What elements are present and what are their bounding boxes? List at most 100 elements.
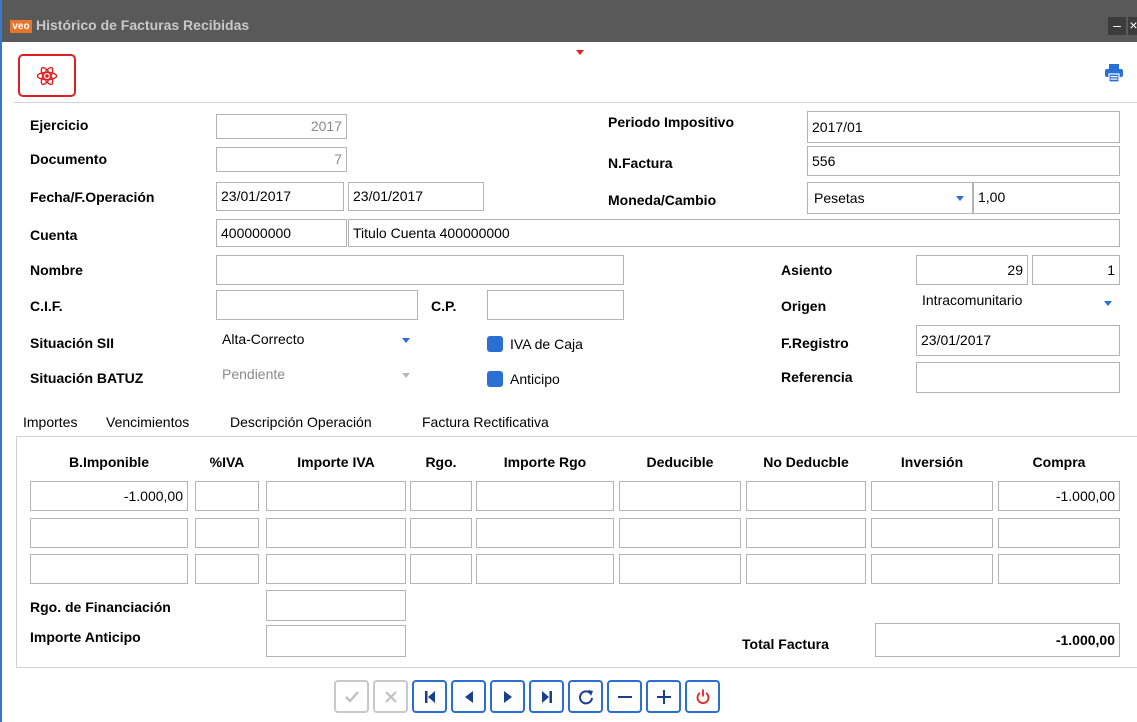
table-cell[interactable] bbox=[476, 518, 614, 548]
header-importe-rgo: Importe Rgo bbox=[503, 454, 587, 470]
table-cell[interactable] bbox=[30, 554, 188, 584]
chevron-down-icon bbox=[402, 373, 410, 378]
minimize-button[interactable]: – bbox=[1108, 17, 1126, 35]
referencia-label: Referencia bbox=[781, 369, 853, 385]
cp-field[interactable] bbox=[487, 290, 624, 320]
next-record-button[interactable] bbox=[490, 680, 525, 713]
table-cell[interactable] bbox=[746, 518, 866, 548]
table-cell[interactable] bbox=[266, 554, 406, 584]
confirm-button[interactable] bbox=[334, 680, 369, 713]
delete-record-icon bbox=[617, 695, 632, 698]
anticipo-label: Anticipo bbox=[510, 371, 560, 387]
table-cell[interactable] bbox=[619, 518, 741, 548]
cambio-field[interactable]: 1,00 bbox=[973, 182, 1120, 214]
tab-vencimientos[interactable]: Vencimientos bbox=[106, 414, 189, 430]
table-cell[interactable] bbox=[476, 481, 614, 511]
anticipo-checkbox[interactable] bbox=[487, 371, 503, 387]
first-record-icon bbox=[424, 690, 435, 703]
asiento-label: Asiento bbox=[781, 262, 833, 278]
table-cell[interactable] bbox=[195, 481, 259, 511]
table-cell[interactable] bbox=[871, 481, 993, 511]
table-cell[interactable] bbox=[619, 481, 741, 511]
cancel-button[interactable] bbox=[373, 680, 408, 713]
header-b-imponible: B.Imponible bbox=[68, 454, 150, 470]
documento-field[interactable]: 7 bbox=[216, 147, 347, 172]
previous-record-button[interactable] bbox=[451, 680, 486, 713]
table-cell[interactable] bbox=[410, 481, 472, 511]
table-cell[interactable]: -1.000,00 bbox=[998, 481, 1120, 511]
atom-button[interactable] bbox=[18, 54, 76, 97]
fecha-label: Fecha/F.Operación bbox=[30, 189, 155, 205]
table-cell[interactable] bbox=[410, 518, 472, 548]
title-bar: veo Histórico de Facturas Recibidas – × bbox=[2, 0, 1137, 42]
cancel-icon bbox=[384, 690, 397, 703]
moneda-label: Moneda/Cambio bbox=[608, 192, 717, 208]
cif-field[interactable] bbox=[216, 290, 418, 320]
table-cell[interactable] bbox=[266, 518, 406, 548]
header-rgo: Rgo. bbox=[425, 454, 457, 470]
origen-select[interactable]: Intracomunitario bbox=[916, 289, 1120, 317]
table-cell[interactable] bbox=[746, 481, 866, 511]
asiento-field[interactable]: 29 bbox=[916, 255, 1028, 285]
cif-label: C.I.F. bbox=[30, 298, 63, 314]
first-record-button[interactable] bbox=[412, 680, 447, 713]
rgo-financiacion-field[interactable] bbox=[266, 590, 406, 621]
asiento-line-field[interactable]: 1 bbox=[1032, 255, 1120, 285]
close-button[interactable]: × bbox=[1128, 17, 1137, 35]
confirm-icon bbox=[344, 690, 359, 703]
table-cell[interactable]: -1.000,00 bbox=[30, 481, 188, 511]
next-record-icon bbox=[503, 690, 512, 703]
table-cell[interactable] bbox=[871, 518, 993, 548]
table-cell[interactable] bbox=[746, 554, 866, 584]
tab-descripcion-operacion[interactable]: Descripción Operación bbox=[230, 414, 372, 430]
table-cell[interactable] bbox=[410, 554, 472, 584]
tab-factura-rectificativa[interactable]: Factura Rectificativa bbox=[422, 414, 549, 430]
power-icon bbox=[696, 689, 709, 704]
table-cell[interactable] bbox=[266, 481, 406, 511]
situacion-sii-label: Situación SII bbox=[30, 335, 115, 351]
total-factura-field[interactable]: -1.000,00 bbox=[875, 623, 1120, 657]
table-cell[interactable] bbox=[998, 554, 1120, 584]
documento-label: Documento bbox=[30, 151, 107, 167]
ejercicio-field[interactable]: 2017 bbox=[216, 114, 347, 139]
power-button[interactable] bbox=[685, 680, 720, 713]
rgo-financiacion-label: Rgo. de Financiación bbox=[30, 599, 171, 615]
printer-icon[interactable] bbox=[1104, 63, 1124, 83]
importe-anticipo-label: Importe Anticipo bbox=[30, 629, 141, 645]
invoice-history-window: veo Histórico de Facturas Recibidas – × … bbox=[0, 0, 1137, 722]
header-iva-pct: %IVA bbox=[209, 454, 245, 470]
iva-caja-checkbox[interactable] bbox=[487, 336, 503, 352]
fecha-operacion-field[interactable]: 23/01/2017 bbox=[348, 182, 484, 211]
nombre-field[interactable] bbox=[216, 255, 624, 285]
table-cell[interactable] bbox=[30, 518, 188, 548]
moneda-select[interactable]: Pesetas bbox=[807, 182, 973, 214]
nfactura-field[interactable]: 556 bbox=[807, 146, 1120, 176]
last-record-button[interactable] bbox=[529, 680, 564, 713]
cuenta-title-field[interactable]: Titulo Cuenta 400000000 bbox=[348, 219, 1120, 247]
fregistro-field[interactable]: 23/01/2017 bbox=[916, 325, 1120, 356]
table-cell[interactable] bbox=[195, 554, 259, 584]
table-cell[interactable] bbox=[998, 518, 1120, 548]
fecha-field[interactable]: 23/01/2017 bbox=[216, 182, 344, 211]
importe-anticipo-field[interactable] bbox=[266, 625, 406, 657]
situacion-batuz-select[interactable]: Pendiente bbox=[216, 363, 418, 390]
situacion-batuz-label: Situación BATUZ bbox=[30, 370, 144, 386]
periodo-field[interactable]: 2017/01 bbox=[807, 111, 1120, 143]
header-importe-iva: Importe IVA bbox=[297, 454, 375, 470]
window-title: Histórico de Facturas Recibidas bbox=[36, 17, 250, 33]
add-record-button[interactable] bbox=[646, 680, 681, 713]
situacion-sii-select[interactable]: Alta-Correcto bbox=[216, 328, 418, 355]
table-cell[interactable] bbox=[871, 554, 993, 584]
delete-record-button[interactable] bbox=[607, 680, 642, 713]
tab-importes[interactable]: Importes bbox=[23, 414, 77, 430]
cuenta-field[interactable]: 400000000 bbox=[216, 219, 347, 247]
table-cell[interactable] bbox=[476, 554, 614, 584]
collapse-indicator-icon[interactable] bbox=[576, 50, 584, 55]
header-no-deducible: No Deducble bbox=[763, 454, 849, 470]
referencia-field[interactable] bbox=[916, 362, 1120, 393]
fregistro-label: F.Registro bbox=[781, 335, 849, 351]
table-cell[interactable] bbox=[195, 518, 259, 548]
table-cell[interactable] bbox=[619, 554, 741, 584]
refresh-button[interactable] bbox=[568, 680, 603, 713]
toolbar-separator bbox=[14, 102, 1137, 103]
